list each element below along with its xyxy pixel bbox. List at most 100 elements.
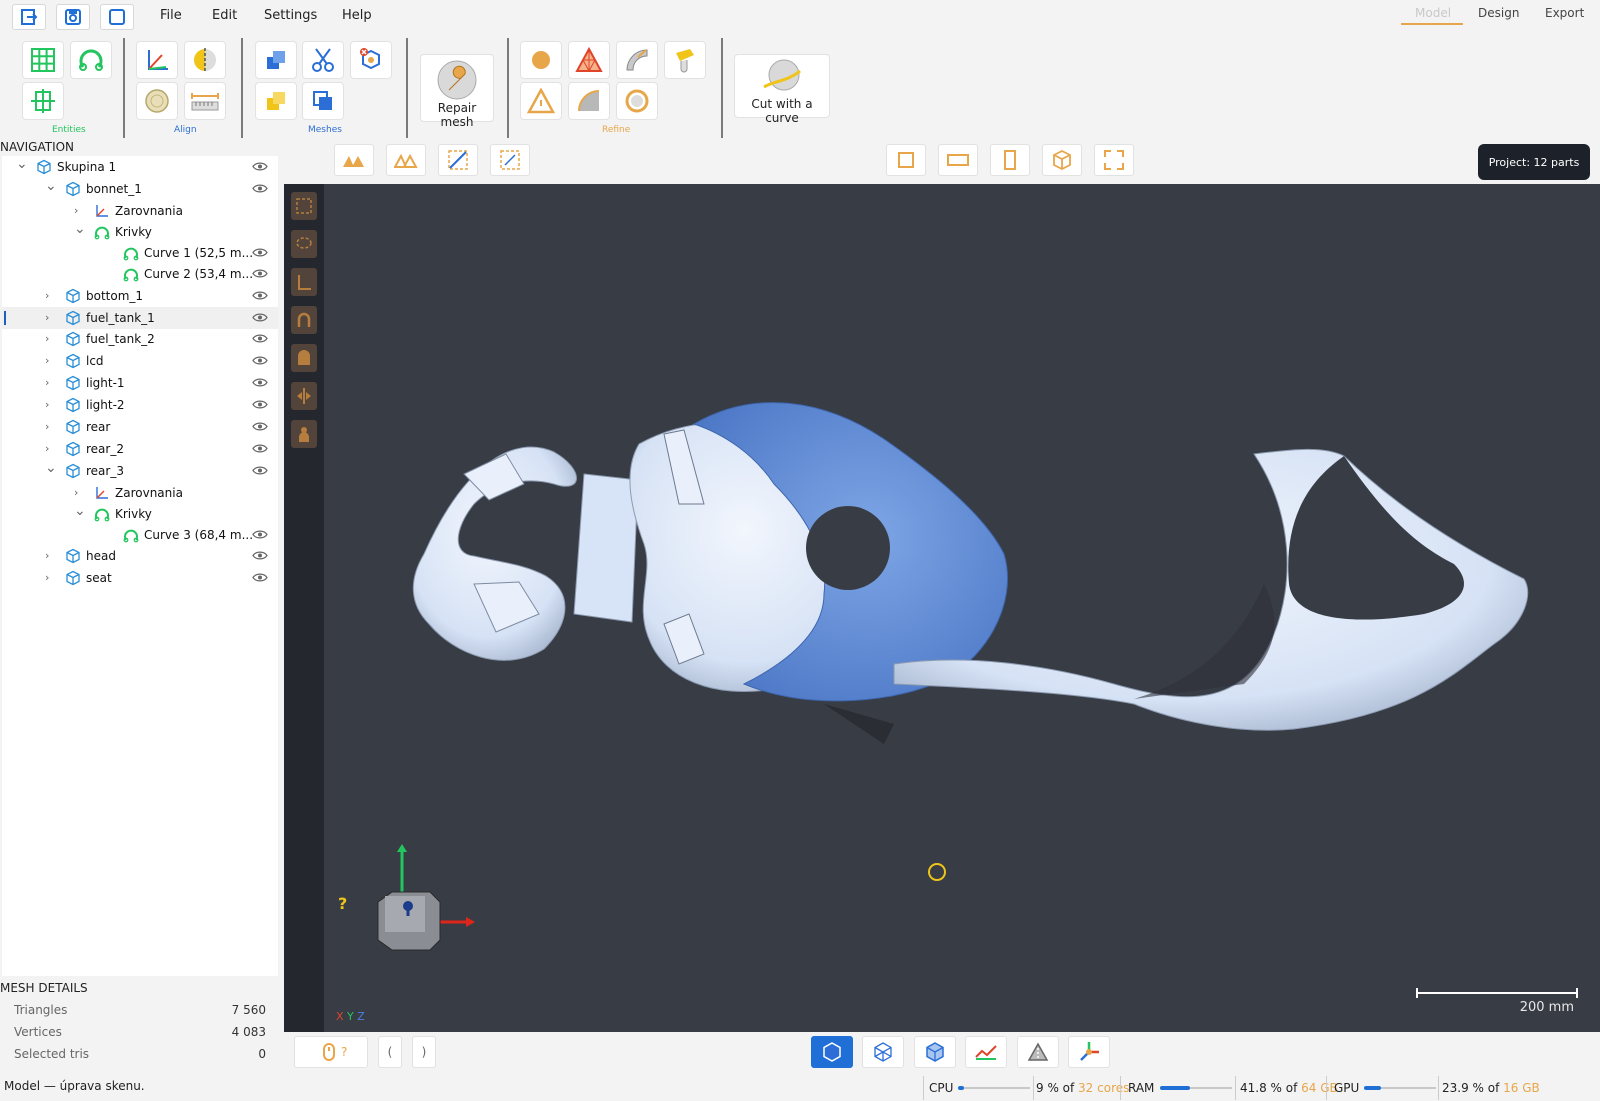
view-iso-button[interactable] [1042, 144, 1082, 176]
tree-row[interactable]: Curve 1 (52,5 m... [2, 242, 278, 264]
exit-button[interactable] [12, 4, 46, 30]
tree-row[interactable]: › lcd [2, 350, 278, 372]
chevron-down-icon[interactable]: ⌄ [16, 156, 28, 172]
view-front-button[interactable] [886, 144, 926, 176]
figure-tool[interactable] [291, 420, 317, 448]
visibility-eye-icon[interactable] [252, 183, 268, 194]
chevron-right-icon[interactable]: › [45, 354, 49, 367]
rect-select-tool[interactable] [291, 192, 317, 220]
lasso-select-button[interactable] [438, 144, 478, 176]
chevron-right-icon[interactable]: › [45, 571, 49, 584]
chevron-right-icon[interactable]: › [74, 204, 78, 217]
chevron-right-icon[interactable]: › [45, 311, 49, 324]
chevron-right-icon[interactable]: › [45, 398, 49, 411]
mirror-align-button[interactable] [184, 41, 226, 79]
ring-button[interactable] [616, 82, 658, 120]
tree-row[interactable]: › fuel_tank_1 [2, 307, 278, 329]
part-lcd[interactable] [573, 473, 639, 623]
tree-row[interactable]: › rear [2, 416, 278, 438]
mirror-tool[interactable] [291, 382, 317, 410]
menu-file[interactable]: File [160, 8, 182, 23]
visibility-eye-icon[interactable] [252, 377, 268, 388]
chevron-right-icon[interactable]: › [45, 289, 49, 302]
chevron-down-icon[interactable]: ⌄ [74, 503, 86, 519]
tree-row[interactable]: › light-2 [2, 394, 278, 416]
visibility-eye-icon[interactable] [252, 268, 268, 279]
tree-row[interactable]: ⌄ Krivky [2, 221, 278, 243]
chevron-right-icon[interactable]: › [74, 486, 78, 499]
next-button[interactable]: ) [412, 1036, 436, 1068]
menu-help[interactable]: Help [342, 8, 372, 23]
3d-viewport[interactable] [284, 184, 1600, 1032]
tree-row[interactable]: › bottom_1 [2, 285, 278, 307]
merge-meshes-button[interactable] [255, 41, 297, 79]
tree-row[interactable]: ⌄ bonnet_1 [2, 178, 278, 200]
tree-row[interactable]: Curve 3 (68,4 m... [2, 524, 278, 546]
view-top-button[interactable] [938, 144, 978, 176]
cut-with-curve-button[interactable]: Cut with a curve [734, 54, 830, 125]
measure-button[interactable] [184, 82, 226, 120]
decimate-button[interactable] [568, 41, 610, 79]
lasso-tool[interactable] [291, 230, 317, 258]
remove-part-button[interactable] [350, 41, 392, 79]
cut-mesh-button[interactable] [302, 41, 344, 79]
previous-button[interactable]: ( [378, 1036, 402, 1068]
chevron-right-icon[interactable]: › [45, 549, 49, 562]
fillet-button[interactable] [568, 82, 610, 120]
visibility-eye-icon[interactable] [252, 421, 268, 432]
viewport-help-icon[interactable]: ? [338, 894, 347, 913]
select-through-button[interactable] [386, 144, 426, 176]
fill-curvature-button[interactable] [616, 41, 658, 79]
visibility-eye-icon[interactable] [252, 312, 268, 323]
chevron-down-icon[interactable]: ⌄ [45, 460, 57, 476]
save-button[interactable] [56, 4, 90, 30]
tree-row[interactable]: ⌄ rear_3 [2, 460, 278, 482]
box-select-button[interactable] [490, 144, 530, 176]
visibility-eye-icon[interactable] [252, 572, 268, 583]
tab-design[interactable]: Design [1478, 6, 1519, 20]
visibility-eye-icon[interactable] [252, 355, 268, 366]
curve-button[interactable] [70, 41, 112, 79]
render-solid-button[interactable] [811, 1036, 853, 1068]
tree-row[interactable]: › head [2, 545, 278, 567]
visibility-eye-icon[interactable] [252, 529, 268, 540]
mouse-hint-button[interactable]: ? [294, 1036, 368, 1068]
tab-model[interactable]: Model [1415, 6, 1451, 20]
axes-align-button[interactable] [136, 41, 178, 79]
tree-row[interactable]: › fuel_tank_2 [2, 328, 278, 350]
chevron-right-icon[interactable]: › [45, 376, 49, 389]
visibility-eye-icon[interactable] [252, 247, 268, 258]
tree-row[interactable]: ⌄ Krivky [2, 503, 278, 525]
select-visible-button[interactable] [334, 144, 374, 176]
tree-row[interactable]: › seat [2, 567, 278, 589]
axis-gizmo[interactable] [377, 844, 475, 951]
tab-export[interactable]: Export [1545, 6, 1584, 20]
transform-gizmo-button[interactable] [1068, 1036, 1110, 1068]
menu-settings[interactable]: Settings [264, 8, 317, 23]
chevron-down-icon[interactable]: ⌄ [74, 221, 86, 237]
tree-row[interactable]: › Zarovnania [2, 200, 278, 222]
repair-mesh-button[interactable]: Repair mesh [420, 54, 494, 129]
sphere-align-button[interactable] [136, 82, 178, 120]
visibility-eye-icon[interactable] [252, 550, 268, 561]
duplicate-mesh-button[interactable] [302, 82, 344, 120]
render-wireframe-button[interactable] [862, 1036, 904, 1068]
visibility-eye-icon[interactable] [252, 161, 268, 172]
chevron-down-icon[interactable]: ⌄ [45, 178, 57, 194]
tree-row[interactable]: › rear_2 [2, 438, 278, 460]
tree-row[interactable]: ⌄ Skupina 1 [2, 156, 278, 178]
new-window-button[interactable] [100, 4, 134, 30]
chevron-right-icon[interactable]: › [45, 332, 49, 345]
section-button[interactable] [22, 82, 64, 120]
refine-triangles-button[interactable] [520, 82, 562, 120]
smooth-button[interactable] [520, 41, 562, 79]
visibility-eye-icon[interactable] [252, 465, 268, 476]
chevron-right-icon[interactable]: › [45, 442, 49, 455]
visibility-eye-icon[interactable] [252, 399, 268, 410]
split-mesh-button[interactable] [255, 82, 297, 120]
tree-row[interactable]: Curve 2 (53,4 m... [2, 263, 278, 285]
tree-row[interactable]: › light-1 [2, 372, 278, 394]
menu-edit[interactable]: Edit [212, 8, 237, 23]
fill-tool[interactable] [291, 344, 317, 372]
fit-view-button[interactable] [1094, 144, 1134, 176]
